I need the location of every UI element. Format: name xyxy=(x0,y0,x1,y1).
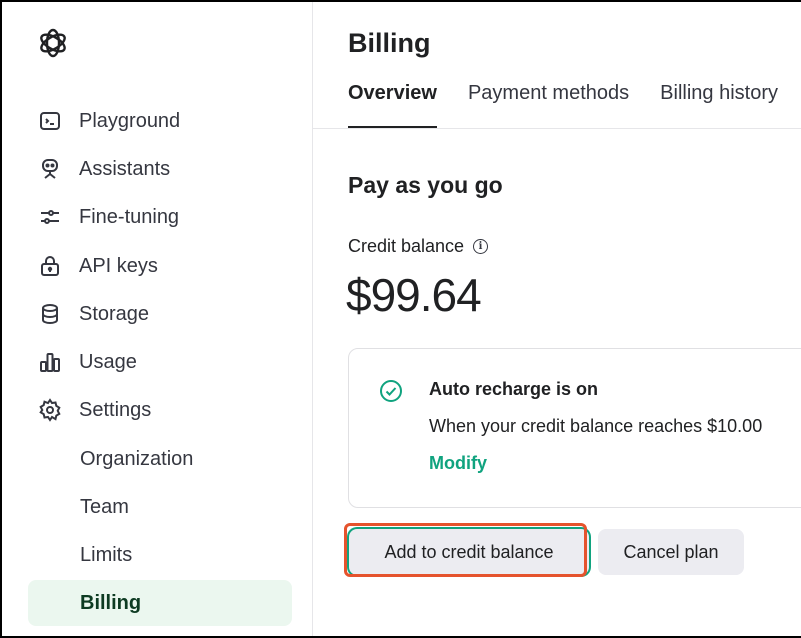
sidebar-item-label: Billing xyxy=(80,591,142,614)
add-to-credit-balance-button[interactable]: Add to credit balance xyxy=(349,529,589,575)
sidebar-item-team[interactable]: Team xyxy=(28,484,292,530)
auto-recharge-title: Auto recharge is on xyxy=(429,379,599,399)
credit-balance-value: $99.64 xyxy=(346,269,482,321)
tab-bar: Overview Payment methods Billing history xyxy=(348,82,801,130)
sidebar-item-settings[interactable]: Settings xyxy=(28,387,292,433)
auto-recharge-card: Auto recharge is on When your credit bal… xyxy=(348,348,801,508)
auto-recharge-description: When your credit balance reaches $10.00 xyxy=(429,416,763,436)
cancel-plan-button[interactable]: Cancel plan xyxy=(598,529,744,575)
sidebar-item-fine-tuning[interactable]: Fine-tuning xyxy=(28,194,292,240)
sidebar-item-label: Assistants xyxy=(79,157,171,180)
sliders-icon xyxy=(37,204,63,230)
credit-balance-label-text: Credit balance xyxy=(348,236,465,256)
modify-link[interactable]: Modify xyxy=(429,453,487,474)
main-content: Billing Overview Payment methods Billing… xyxy=(313,2,801,636)
sidebar-item-storage[interactable]: Storage xyxy=(28,291,292,337)
sidebar-item-organization[interactable]: Organization xyxy=(28,436,292,482)
credit-balance-label: Credit balance i xyxy=(348,236,489,257)
sidebar-item-assistants[interactable]: Assistants xyxy=(28,146,292,192)
app-window: Playground Assistants Fine-tuning API ke… xyxy=(0,0,801,638)
sidebar-item-label: Usage xyxy=(79,350,137,373)
sidebar-item-api-keys[interactable]: API keys xyxy=(28,243,292,289)
tab-payment-methods[interactable]: Payment methods xyxy=(468,82,629,128)
page-title: Billing xyxy=(348,28,431,58)
sidebar-item-label: Limits xyxy=(80,543,133,566)
tab-billing-history[interactable]: Billing history xyxy=(660,82,778,128)
robot-icon xyxy=(37,156,63,182)
gear-icon xyxy=(37,397,63,423)
openai-logo-icon[interactable] xyxy=(35,25,71,61)
database-icon xyxy=(37,301,63,327)
tab-divider xyxy=(313,128,801,129)
sidebar-item-limits[interactable]: Limits xyxy=(28,532,292,578)
sidebar-item-playground[interactable]: Playground xyxy=(28,98,292,144)
sidebar-item-label: Storage xyxy=(79,302,150,325)
sidebar-item-billing[interactable]: Billing xyxy=(28,580,292,626)
section-title: Pay as you go xyxy=(348,172,503,198)
sidebar-item-label: Organization xyxy=(80,447,194,470)
check-circle-icon xyxy=(380,380,402,402)
sidebar-item-label: Team xyxy=(80,495,129,518)
sidebar-item-usage[interactable]: Usage xyxy=(28,339,292,385)
lock-icon xyxy=(37,253,63,279)
sidebar-item-label: Fine-tuning xyxy=(79,205,180,228)
info-icon[interactable]: i xyxy=(473,239,489,254)
terminal-icon xyxy=(37,108,63,134)
sidebar-item-label: API keys xyxy=(79,254,158,277)
bar-chart-icon xyxy=(37,349,63,375)
sidebar: Playground Assistants Fine-tuning API ke… xyxy=(2,2,313,636)
sidebar-item-label: Playground xyxy=(79,109,181,132)
sidebar-item-label: Settings xyxy=(79,398,152,421)
tab-overview[interactable]: Overview xyxy=(348,82,437,128)
